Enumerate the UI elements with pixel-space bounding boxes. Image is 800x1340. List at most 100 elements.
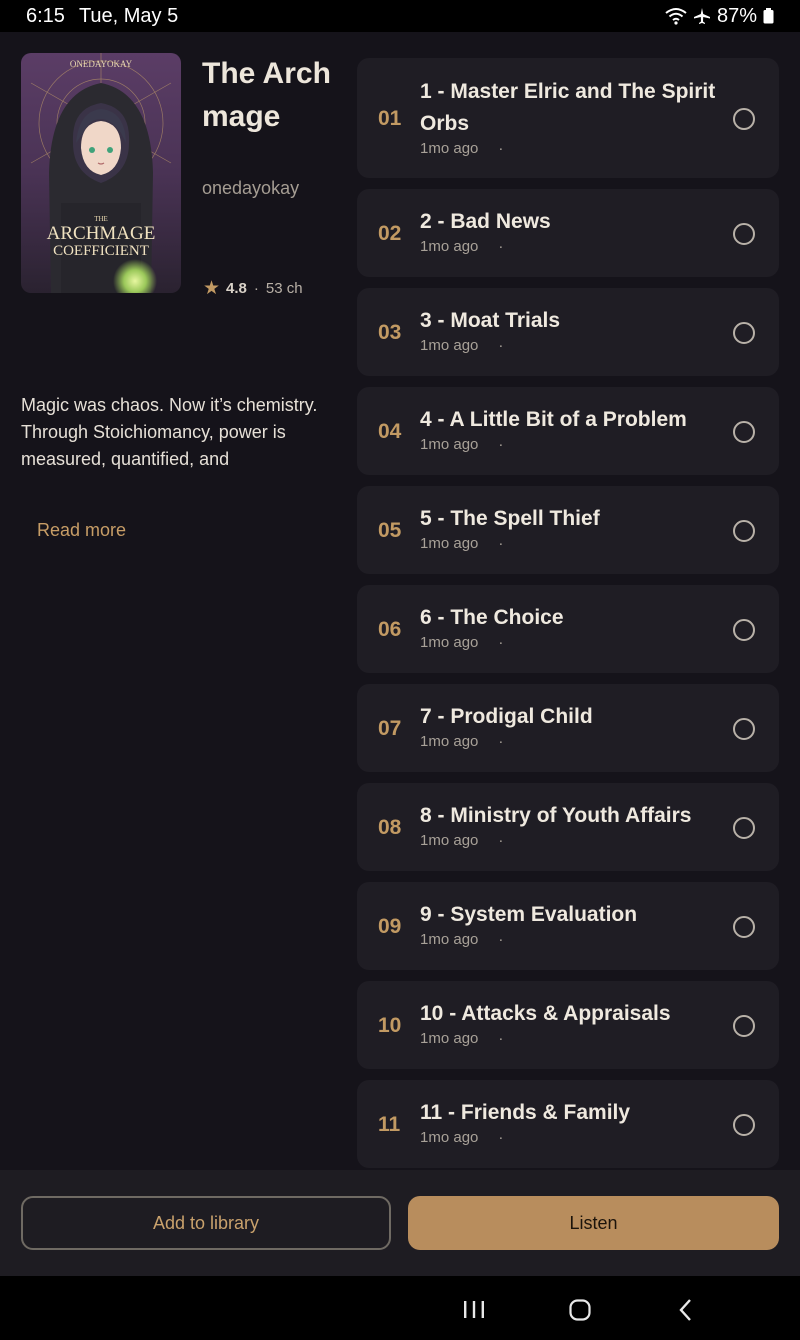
- chapter-date: 1mo ago: [420, 832, 479, 849]
- chapter-item[interactable]: 04 4 - A Little Bit of a Problem 1mo ago…: [357, 387, 779, 475]
- meta-separator: ·: [498, 337, 504, 354]
- radio-unchecked-icon[interactable]: [733, 1015, 755, 1037]
- meta-separator: ·: [498, 733, 504, 750]
- chapter-item[interactable]: 02 2 - Bad News 1mo ago ·: [357, 189, 779, 277]
- book-cover[interactable]: ONEDAYOKAY THE ARCHMAGE COEFFICIENT: [21, 53, 181, 293]
- meta-separator: ·: [498, 535, 504, 552]
- chapter-title: 8 - Ministry of Youth Affairs: [420, 804, 692, 827]
- radio-unchecked-icon[interactable]: [733, 520, 755, 542]
- chapter-date: 1mo ago: [420, 238, 479, 255]
- chapter-meta: 1mo ago ·: [420, 733, 503, 750]
- chapter-item[interactable]: 06 6 - The Choice 1mo ago ·: [357, 585, 779, 673]
- chapter-date: 1mo ago: [420, 733, 479, 750]
- chapter-meta: 1mo ago ·: [420, 634, 503, 651]
- cover-title-coefficient: COEFFICIENT: [53, 243, 149, 259]
- chapter-number: 07: [378, 717, 402, 740]
- chapter-number: 10: [378, 1014, 402, 1037]
- radio-unchecked-icon[interactable]: [733, 1114, 755, 1136]
- chapter-item[interactable]: 09 9 - System Evaluation 1mo ago ·: [357, 882, 779, 970]
- chapter-number: 05: [378, 519, 402, 542]
- radio-unchecked-icon[interactable]: [733, 619, 755, 641]
- chapter-date: 1mo ago: [420, 436, 479, 453]
- rating-row: ★ 4.8 · 53 ch: [203, 277, 303, 300]
- chapter-number: 01: [378, 107, 402, 130]
- chapter-meta: 1mo ago ·: [420, 140, 503, 157]
- chapter-meta: 1mo ago ·: [420, 832, 503, 849]
- radio-unchecked-icon[interactable]: [733, 108, 755, 130]
- listen-button[interactable]: Listen: [408, 1196, 779, 1250]
- meta-separator: ·: [498, 238, 504, 255]
- radio-unchecked-icon[interactable]: [733, 916, 755, 938]
- chapter-date: 1mo ago: [420, 931, 479, 948]
- chapter-date: 1mo ago: [420, 634, 479, 651]
- chapter-meta: 1mo ago ·: [420, 1030, 503, 1047]
- wifi-icon: [665, 7, 687, 25]
- back-icon[interactable]: [677, 1298, 695, 1327]
- recent-apps-icon[interactable]: [462, 1300, 486, 1325]
- meta-separator: ·: [498, 436, 504, 453]
- chapter-count: 53 ch: [265, 280, 303, 297]
- status-left: 6:15 Tue, May 5: [26, 5, 192, 28]
- system-nav-bar: [0, 1276, 800, 1340]
- rating-value: 4.8: [226, 280, 247, 297]
- meta-separator: ·: [498, 140, 504, 157]
- status-time: 6:15: [26, 4, 65, 27]
- book-cover-art: ONEDAYOKAY THE ARCHMAGE COEFFICIENT: [21, 53, 181, 293]
- battery-icon: [763, 8, 774, 24]
- chapter-meta: 1mo ago ·: [420, 238, 503, 255]
- chapter-title: 4 - A Little Bit of a Problem: [420, 408, 687, 431]
- synopsis-line: Magic was chaos. Now it’s chemistry.: [21, 395, 318, 415]
- chapter-date: 1mo ago: [420, 140, 479, 157]
- rating-separator: ·: [253, 280, 259, 297]
- synopsis: Magic was chaos. Now it’s chemistry. Thr…: [21, 392, 321, 473]
- radio-unchecked-icon[interactable]: [733, 421, 755, 443]
- chapter-title: 7 - Prodigal Child: [420, 705, 593, 728]
- status-bar: 6:15 Tue, May 5 87%: [0, 0, 800, 32]
- book-author[interactable]: onedayokay: [202, 178, 299, 199]
- home-icon[interactable]: [568, 1298, 592, 1327]
- chapter-number: 02: [378, 222, 402, 245]
- cover-title-archmage: ARCHMAGE: [47, 223, 156, 244]
- radio-unchecked-icon[interactable]: [733, 817, 755, 839]
- chapter-item[interactable]: 11 11 - Friends & Family 1mo ago ·: [357, 1080, 779, 1168]
- status-right: 87%: [665, 5, 774, 28]
- bottom-action-bar: Add to library Listen: [0, 1170, 800, 1276]
- chapter-number: 06: [378, 618, 402, 641]
- chapter-meta: 1mo ago ·: [420, 535, 503, 552]
- meta-separator: ·: [498, 1129, 504, 1146]
- radio-unchecked-icon[interactable]: [733, 322, 755, 344]
- chapter-title: 6 - The Choice: [420, 606, 564, 629]
- chapter-meta: 1mo ago ·: [420, 337, 503, 354]
- chapter-item[interactable]: 08 8 - Ministry of Youth Affairs 1mo ago…: [357, 783, 779, 871]
- meta-separator: ·: [498, 634, 504, 651]
- cover-author-text: ONEDAYOKAY: [70, 59, 133, 69]
- chapter-date: 1mo ago: [420, 535, 479, 552]
- chapter-meta: 1mo ago ·: [420, 1129, 503, 1146]
- book-title: The Archmage: [202, 57, 331, 133]
- chapter-list[interactable]: 01 1 - Master Elric and The Spirit Orbs …: [357, 58, 779, 1170]
- chapter-title: 2 - Bad News: [420, 210, 551, 233]
- star-icon: ★: [203, 278, 221, 299]
- chapter-date: 1mo ago: [420, 1030, 479, 1047]
- chapter-meta: 1mo ago ·: [420, 436, 503, 453]
- cover-title-the: THE: [94, 215, 108, 223]
- chapter-item[interactable]: 10 10 - Attacks & Appraisals 1mo ago ·: [357, 981, 779, 1069]
- chapter-meta: 1mo ago ·: [420, 931, 503, 948]
- chapter-number: 03: [378, 321, 402, 344]
- chapter-item[interactable]: 05 5 - The Spell Thief 1mo ago ·: [357, 486, 779, 574]
- chapter-title: 3 - Moat Trials: [420, 309, 561, 332]
- meta-separator: ·: [498, 832, 504, 849]
- chapter-item[interactable]: 01 1 - Master Elric and The Spirit Orbs …: [357, 58, 779, 178]
- chapter-item[interactable]: 07 7 - Prodigal Child 1mo ago ·: [357, 684, 779, 772]
- chapter-number: 04: [378, 420, 402, 443]
- radio-unchecked-icon[interactable]: [733, 718, 755, 740]
- chapter-number: 09: [378, 915, 402, 938]
- meta-separator: ·: [498, 1030, 504, 1047]
- add-to-library-button[interactable]: Add to library: [21, 1196, 391, 1250]
- chapter-item[interactable]: 03 3 - Moat Trials 1mo ago ·: [357, 288, 779, 376]
- chapter-number: 08: [378, 816, 402, 839]
- radio-unchecked-icon[interactable]: [733, 223, 755, 245]
- read-more-link[interactable]: Read more: [37, 520, 126, 541]
- chapter-date: 1mo ago: [420, 1129, 479, 1146]
- chapter-title: 1 - Master Elric and The Spirit Orbs: [420, 80, 716, 135]
